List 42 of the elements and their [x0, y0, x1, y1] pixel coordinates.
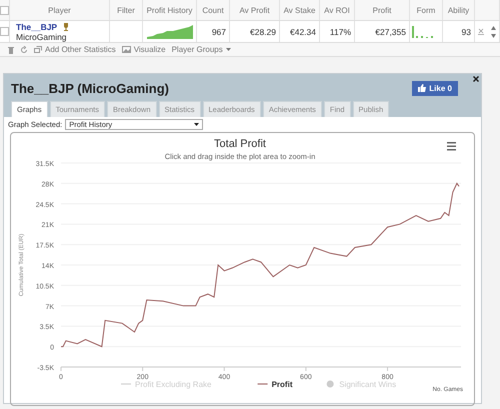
- remove-icon[interactable]: [478, 28, 484, 35]
- column-header[interactable]: Player: [48, 6, 71, 14]
- column-header[interactable]: Count: [202, 6, 224, 14]
- form-bar-chart: [412, 26, 436, 38]
- av-profit-cell: €28.29: [250, 26, 276, 36]
- column-header[interactable]: Av Profit: [239, 6, 270, 14]
- profit-sparkline: [146, 24, 192, 38]
- caret-icon: [194, 123, 200, 126]
- refresh-icon[interactable]: [20, 46, 28, 54]
- ability-cell: 93: [462, 26, 471, 36]
- image-icon: [122, 46, 131, 53]
- trophy-icon: [63, 22, 70, 30]
- menu-icon[interactable]: [447, 142, 456, 150]
- legend-label: Profit: [272, 380, 293, 389]
- copy-icon: [34, 46, 42, 53]
- av-stake-cell: €42.34: [290, 26, 316, 36]
- column-header[interactable]: Ability: [448, 6, 470, 14]
- network-name: MicroGaming: [16, 32, 67, 42]
- profit-cell: €27,355: [375, 26, 406, 36]
- panel-title: The__BJP (MicroGaming): [11, 80, 169, 96]
- column-header[interactable]: Filter: [117, 6, 135, 14]
- legend-item[interactable]: Profit: [257, 380, 292, 389]
- column-header[interactable]: Form: [416, 6, 436, 14]
- visualize-link[interactable]: Visualize: [134, 45, 166, 54]
- row-checkbox[interactable]: [0, 27, 9, 36]
- sort-arrows-icon[interactable]: [490, 26, 496, 38]
- close-icon[interactable]: [473, 76, 479, 82]
- caret-icon: [226, 48, 231, 51]
- player-link[interactable]: The__BJP: [16, 22, 58, 32]
- column-header[interactable]: Profit History: [146, 6, 192, 14]
- add-statistics-link[interactable]: Add Other Statistics: [45, 45, 116, 54]
- select-all-checkbox[interactable]: [0, 6, 9, 14]
- av-roi-cell: 117%: [330, 26, 351, 36]
- count-cell: 967: [212, 26, 226, 36]
- column-header[interactable]: Av ROI: [324, 6, 350, 14]
- chart-title: Total Profit: [214, 138, 266, 150]
- player-groups-menu[interactable]: Player Groups: [172, 45, 223, 54]
- thumbs-up-icon: [418, 84, 426, 92]
- trash-icon[interactable]: [8, 46, 14, 54]
- column-header[interactable]: Av Stake: [284, 6, 316, 14]
- column-header[interactable]: Profit: [372, 6, 392, 14]
- like-button[interactable]: Like 0: [412, 80, 458, 96]
